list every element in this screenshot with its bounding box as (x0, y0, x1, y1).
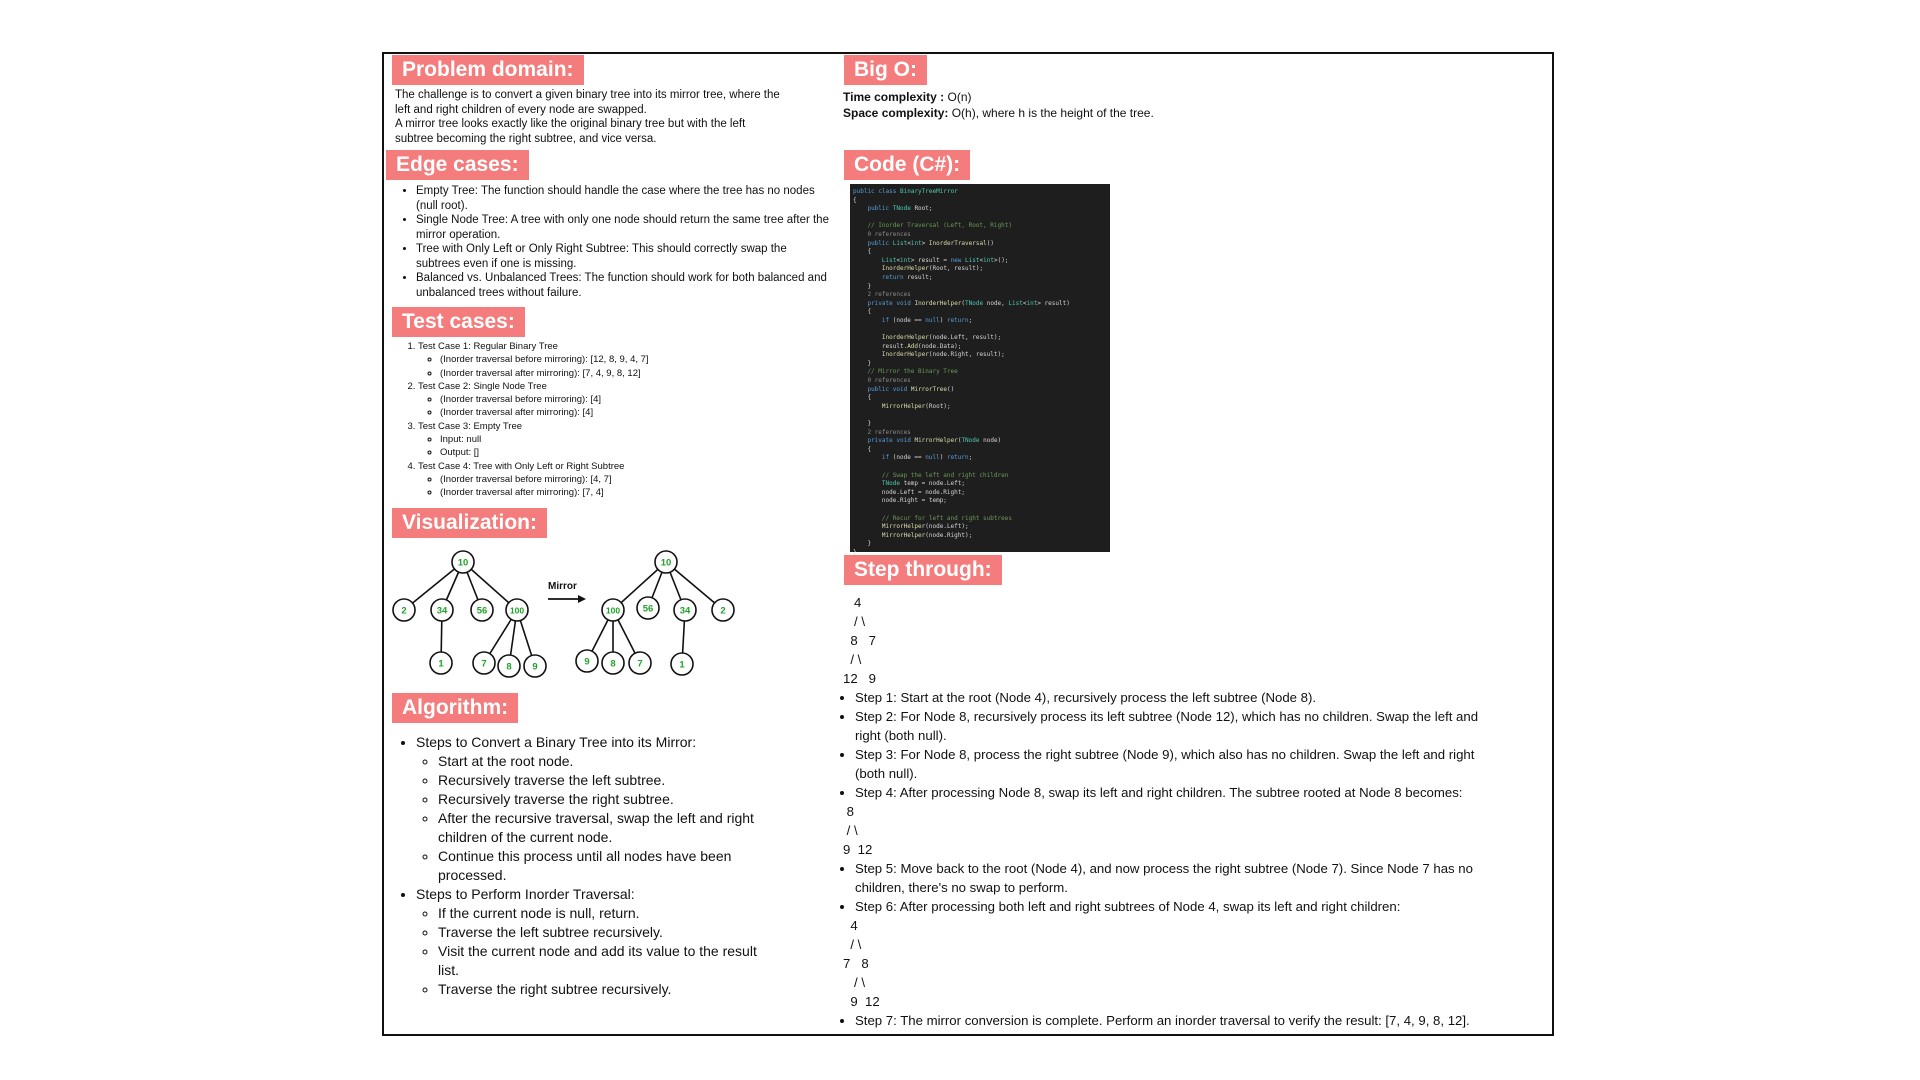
code-screenshot: public class BinaryTreeMirror { public T… (850, 184, 1110, 556)
edge-case-item: Single Node Tree: A tree with only one n… (416, 213, 829, 242)
original-tree: 10 2 34 56 100 1 7 8 9 (392, 550, 547, 678)
step-item: Step 2: For Node 8, recursively process … (855, 707, 1478, 745)
problem-domain-header: Problem domain: (392, 55, 584, 85)
problem-line: The challenge is to convert a given bina… (395, 89, 780, 101)
test-cases-header: Test cases: (392, 307, 525, 337)
step-item: Step 3: For Node 8, process the right su… (855, 745, 1478, 783)
mirrored-tree: 10 100 56 34 2 9 8 7 1 (575, 550, 735, 676)
test-case: Test Case 4: Tree with Only Left or Righ… (418, 460, 649, 500)
step-item: Step 1: Start at the root (Node 4), recu… (855, 688, 1478, 707)
tree-visualization: 10 2 34 56 100 1 7 8 9 10 100 56 34 2 9 8 7 1 Mirror (392, 550, 735, 678)
code-header: Code (C#): (844, 150, 971, 180)
step-item: Step 7: The mirror conversion is complet… (855, 1011, 1478, 1030)
mirror-arrow-icon (548, 595, 586, 603)
right-grandchild-node-label: 8 (610, 659, 615, 670)
step-text: right (both null). (855, 728, 947, 743)
left-child-node-label: 100 (510, 606, 524, 616)
test-case: Test Case 2: Single Node Tree (Inorder t… (418, 380, 649, 420)
space-complexity-value: O(h), where h is the height of the tree. (948, 106, 1154, 120)
big-o-text: Time complexity : O(n) Space complexity:… (843, 89, 1154, 121)
time-complexity-value: O(n) (944, 90, 972, 104)
time-complexity-label: Time complexity : (843, 90, 945, 104)
problem-text: The challenge is to convert a given bina… (395, 88, 780, 146)
step-text: Step 7: The mirror conversion is complet… (855, 1013, 1470, 1028)
step-text: Step 6: After processing both left and r… (855, 899, 1401, 914)
step-through-header: Step through: (844, 555, 1002, 585)
test-case: Test Case 3: Empty Tree Input: nullOutpu… (418, 420, 649, 460)
algorithm-header: Algorithm: (392, 693, 519, 723)
step-text: Step 3: For Node 8, process the right su… (855, 747, 1475, 762)
right-child-node-label: 56 (643, 604, 654, 615)
left-grandchild-node-label: 9 (532, 662, 537, 673)
right-grandchild-node-label: 7 (637, 659, 642, 670)
step-text: children, there's no swap to perform. (855, 880, 1068, 895)
right-child-node-label: 100 (606, 606, 620, 616)
left-grandchild-node-label: 8 (506, 662, 511, 673)
right-child-node-label: 34 (680, 606, 691, 617)
step-through-content: 4 / \ 8 7 / \ 12 9 Step 1: Start at the … (843, 593, 1478, 1030)
edge-case-item: Tree with Only Left or Only Right Subtre… (416, 242, 829, 271)
step-text: Step 4: After processing Node 8, swap it… (855, 785, 1463, 800)
right-child-node-label: 2 (720, 606, 725, 617)
edge-case-item: Balanced vs. Unbalanced Trees: The funct… (416, 271, 829, 300)
step-item: Step 6: After processing both left and r… (855, 897, 1478, 916)
left-child-node-label: 56 (477, 606, 488, 617)
mirror-label: Mirror (548, 581, 577, 592)
test-cases-list: Test Case 1: Regular Binary Tree (Inorde… (398, 340, 649, 500)
visualization-header: Visualization: (392, 508, 547, 538)
right-root-node-label: 10 (661, 558, 672, 569)
right-grandchild-node-label: 9 (584, 657, 589, 668)
algorithm-group: Steps to Convert a Binary Tree into its … (416, 733, 757, 885)
left-grandchild-node-label: 1 (438, 659, 444, 670)
space-complexity-label: Space complexity: (843, 106, 949, 120)
test-case: Test Case 1: Regular Binary Tree (Inorde… (418, 340, 649, 380)
algorithm-list: Steps to Convert a Binary Tree into its … (396, 733, 757, 999)
step-text: Step 2: For Node 8, recursively process … (855, 709, 1479, 724)
problem-line: A mirror tree looks exactly like the ori… (395, 118, 746, 130)
left-child-node-label: 2 (401, 606, 406, 617)
edge-case-item: Empty Tree: The function should handle t… (416, 184, 829, 213)
step-text: (both null). (855, 766, 918, 781)
problem-line: left and right children of every node ar… (395, 103, 647, 116)
right-grandchild-node-label: 1 (679, 660, 685, 671)
left-grandchild-node-label: 7 (481, 659, 486, 670)
problem-line: subtree becoming the right subtree, and … (395, 132, 657, 145)
left-root-node-label: 10 (458, 558, 469, 569)
step-list: Step 1: Start at the root (Node 4), recu… (843, 688, 1478, 1030)
edge-cases-list: Empty Tree: The function should handle t… (396, 184, 829, 300)
edge-cases-header: Edge cases: (386, 150, 529, 180)
step-text: Step 1: Start at the root (Node 4), recu… (855, 690, 1317, 705)
step-text: Step 5: Move back to the root (Node 4), … (855, 861, 1473, 876)
step-tree-ascii: 4 / \ 7 8 / \ 9 12 (843, 918, 880, 1009)
left-child-node-label: 34 (437, 606, 448, 617)
step-item: Step 5: Move back to the root (Node 4), … (855, 859, 1478, 897)
step-tree-ascii: 8 / \ 9 12 (843, 804, 873, 857)
algorithm-group: Steps to Perform Inorder Traversal: If t… (416, 885, 757, 999)
step-item: Step 4: After processing Node 8, swap it… (855, 783, 1478, 802)
initial-tree-ascii: 4 / \ 8 7 / \ 12 9 (843, 595, 876, 686)
big-o-header: Big O: (844, 55, 927, 85)
code-block: public class BinaryTreeMirror { public T… (853, 188, 1070, 556)
